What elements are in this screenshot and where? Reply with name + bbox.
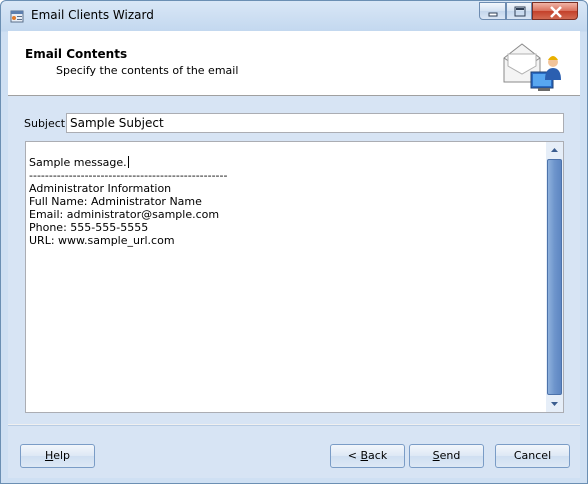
page-title: Email Contents xyxy=(25,47,128,61)
window-title: Email Clients Wizard xyxy=(31,8,154,22)
message-body-textarea[interactable]: Sample message. ------------------------… xyxy=(25,141,564,413)
wizard-header: Email Contents Specify the contents of t… xyxy=(8,31,580,96)
page-subtitle: Specify the contents of the email xyxy=(56,64,239,77)
help-button[interactable]: Help xyxy=(20,444,95,468)
close-icon xyxy=(550,6,562,18)
body-line: Sample message. xyxy=(29,156,129,169)
body-line: Full Name: Administrator Name xyxy=(29,195,202,208)
subject-label: Subject xyxy=(24,117,66,130)
maximize-button[interactable] xyxy=(506,2,532,20)
arrow-up-icon xyxy=(551,148,558,152)
arrow-down-icon xyxy=(551,402,558,406)
body-line: Administrator Information xyxy=(29,182,172,195)
scroll-thumb[interactable] xyxy=(547,159,562,395)
vertical-scrollbar[interactable] xyxy=(546,142,563,412)
wizard-content: Email Contents Specify the contents of t… xyxy=(8,31,580,478)
wizard-footer: Help < Back Send Cancel xyxy=(8,425,580,478)
send-button[interactable]: Send xyxy=(409,444,484,468)
minimize-button[interactable] xyxy=(479,2,506,20)
body-line: URL: www.sample_url.com xyxy=(29,234,175,247)
minimize-icon xyxy=(488,12,498,17)
close-button[interactable] xyxy=(532,2,578,20)
body-line: Email: administrator@sample.com xyxy=(29,208,220,221)
maximize-icon xyxy=(514,6,526,17)
wizard-app-icon xyxy=(9,8,25,24)
wizard-window: Email Clients Wizard Email Contents Spec… xyxy=(0,0,588,484)
email-form: Subject Sample Subject Sample message. -… xyxy=(8,96,580,424)
message-body-text: Sample message. ------------------------… xyxy=(29,156,227,247)
scroll-down-button[interactable] xyxy=(546,395,563,412)
email-user-computer-icon xyxy=(502,36,566,96)
body-line: Phone: 555-555-5555 xyxy=(29,221,149,234)
title-bar[interactable]: Email Clients Wizard xyxy=(1,1,587,31)
body-line: ----------------------------------------… xyxy=(29,169,228,182)
cancel-button[interactable]: Cancel xyxy=(495,444,570,468)
subject-input[interactable]: Sample Subject xyxy=(66,113,564,133)
scroll-up-button[interactable] xyxy=(546,142,563,159)
text-caret xyxy=(127,156,129,168)
back-button[interactable]: < Back xyxy=(330,444,405,468)
